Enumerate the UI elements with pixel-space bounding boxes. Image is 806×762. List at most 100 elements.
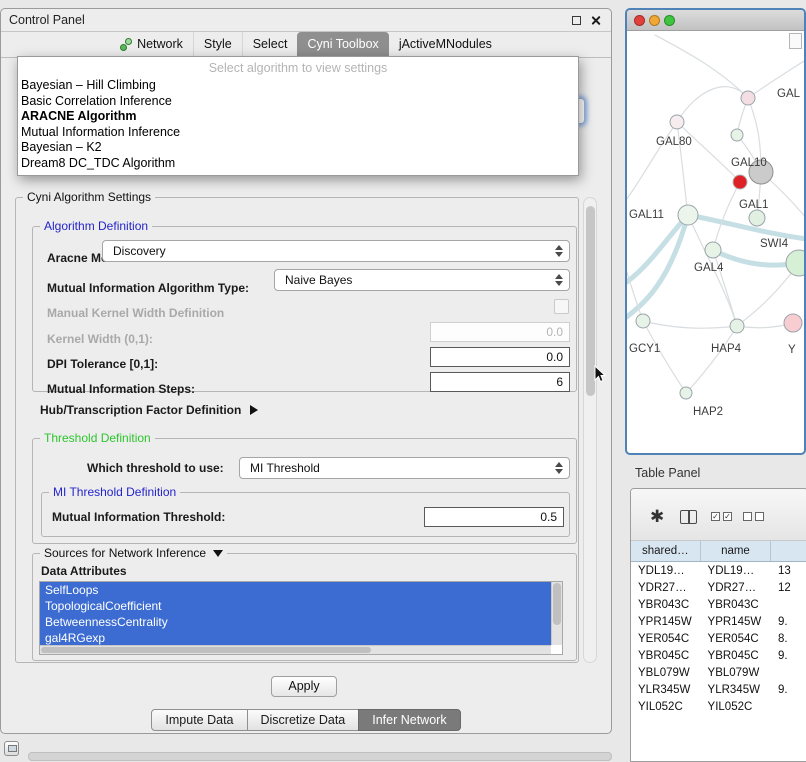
network-node-swi4[interactable] (786, 250, 804, 276)
algorithm-popup-placeholder: Select algorithm to view settings (18, 59, 578, 78)
bottom-tab-discretize-data[interactable]: Discretize Data (247, 709, 360, 731)
network-node-gcy1[interactable] (636, 314, 650, 328)
column-header-shared[interactable]: shared… (631, 541, 701, 561)
sources-group-title[interactable]: Sources for Network Inference (40, 546, 227, 561)
select-all-checks-icon[interactable]: ✓ ✓ (711, 512, 732, 521)
which-threshold-select[interactable]: MI Threshold (239, 457, 570, 479)
table-row[interactable]: YBL079WYBL079W (631, 664, 806, 681)
table-panel-title: Table Panel (635, 466, 700, 480)
algorithm-option-mutual-information-inference[interactable]: Mutual Information Inference (18, 125, 578, 141)
column-header-extra[interactable] (771, 541, 806, 561)
bottom-tab-impute-data[interactable]: Impute Data (151, 709, 247, 731)
kernel-width-input[interactable] (430, 322, 570, 342)
manual-kernel-width-checkbox[interactable] (554, 299, 569, 314)
tab-jactivemnodules[interactable]: jActiveMNodules (389, 32, 502, 57)
attributes-horizontal-scrollbar[interactable] (40, 645, 551, 654)
collapse-triangle-icon[interactable] (213, 550, 223, 557)
hub-definition-section[interactable]: Hub/Transcription Factor Definition (40, 403, 258, 417)
table-cell: 8. (771, 633, 806, 645)
network-node-red-node[interactable] (733, 175, 747, 189)
network-node-gal4[interactable] (705, 242, 721, 258)
columns-icon[interactable] (680, 510, 697, 524)
attributes-vertical-scrollbar[interactable] (551, 582, 562, 645)
table-row[interactable]: YDR27…YDR27…12 (631, 579, 806, 596)
network-node[interactable] (784, 314, 802, 332)
network-edge (677, 87, 748, 122)
table-cell: YBL079W (701, 667, 771, 679)
network-scrollbar-button[interactable] (789, 33, 802, 49)
bottom-tab-infer-network[interactable]: Infer Network (358, 709, 460, 731)
mi-threshold-input[interactable] (424, 507, 564, 527)
network-icon (120, 38, 132, 50)
minimize-traffic-light[interactable] (649, 15, 660, 26)
apply-button[interactable]: Apply (271, 676, 337, 697)
network-node-hap2[interactable] (680, 387, 692, 399)
table-row[interactable]: YBR043CYBR043C (631, 596, 806, 613)
float-window-icon[interactable] (572, 16, 581, 25)
aracne-mode-value: Discovery (113, 244, 166, 258)
clear-all-checks-icon[interactable] (743, 512, 764, 521)
control-panel-titlebar[interactable]: Control Panel (1, 9, 611, 32)
bottom-scrollbar[interactable] (28, 752, 612, 761)
mi-threshold-group: MI Threshold Definition Mutual Informati… (41, 492, 570, 537)
settings-scrollbar[interactable] (583, 197, 597, 663)
attribute-betweennesscentrality[interactable]: BetweennessCentrality (40, 614, 551, 630)
attribute-topologicalcoefficient[interactable]: TopologicalCoefficient (40, 598, 551, 614)
table-cell: YBR043C (701, 599, 771, 611)
network-edge (643, 321, 737, 328)
dpi-tolerance-input[interactable] (430, 347, 570, 367)
column-header-name[interactable]: name (701, 541, 772, 561)
algorithm-option-bayesian-k2[interactable]: Bayesian – K2 (18, 140, 578, 156)
close-traffic-light[interactable] (634, 15, 645, 26)
node-label-gal4: GAL4 (694, 262, 724, 274)
empty-box-icon (755, 512, 764, 521)
algorithm-option-bayesian-hill-climbing[interactable]: Bayesian – Hill Climbing (18, 78, 578, 94)
algorithm-option-aracne-algorithm[interactable]: ARACNE Algorithm (18, 109, 578, 125)
table-row[interactable]: YPR145WYPR145W9. (631, 613, 806, 630)
table-toolbar: ✱ ✓ ✓ (631, 489, 806, 541)
node-label-gal10: GAL10 (731, 157, 767, 169)
table-cell: YPR145W (631, 616, 701, 628)
mouse-cursor (594, 365, 606, 383)
table-row[interactable]: YLR345WYLR345W9. (631, 681, 806, 698)
network-node[interactable] (730, 319, 744, 333)
mi-algorithm-type-select[interactable]: Naive Bayes (274, 269, 570, 291)
network-node[interactable] (731, 129, 743, 141)
tab-label: Select (253, 37, 288, 51)
tab-network[interactable]: Network (110, 32, 193, 57)
network-node-gal80[interactable] (670, 115, 684, 129)
empty-box-icon (743, 512, 752, 521)
table-cell: YLR345W (701, 684, 771, 696)
table-cell: 9. (771, 684, 806, 696)
scrollbar-thumb[interactable] (553, 583, 561, 625)
network-edge (643, 321, 686, 393)
aracne-mode-select[interactable]: Discovery (102, 240, 570, 262)
network-window-titlebar[interactable] (627, 10, 804, 31)
table-row[interactable]: YBR045CYBR045C9. (631, 647, 806, 664)
algorithm-option-basic-correlation-inference[interactable]: Basic Correlation Inference (18, 94, 578, 110)
network-node-gal1[interactable] (749, 210, 765, 226)
tab-cyni-toolbox[interactable]: Cyni Toolbox (297, 32, 388, 57)
table-row[interactable]: YER054CYER054C8. (631, 630, 806, 647)
mi-steps-input[interactable] (430, 372, 570, 392)
table-row[interactable]: YDL19…YDL19…13 (631, 562, 806, 579)
attribute-selfloops[interactable]: SelfLoops (40, 582, 551, 598)
attribute-gal4rgexp[interactable]: gal4RGexp (40, 630, 551, 646)
network-node-gal[interactable] (741, 91, 755, 105)
minimized-panel-icon[interactable] (4, 741, 19, 756)
table-row[interactable]: YIL052CYIL052C (631, 698, 806, 715)
scrollbar-thumb[interactable] (41, 647, 371, 653)
expand-triangle-icon[interactable] (250, 405, 258, 415)
tab-select[interactable]: Select (242, 32, 298, 57)
network-node-gal11[interactable] (678, 205, 698, 225)
gear-icon[interactable]: ✱ (650, 507, 664, 527)
mi-threshold-group-title: MI Threshold Definition (49, 485, 180, 500)
tab-style[interactable]: Style (193, 32, 242, 57)
control-panel-title: Control Panel (9, 13, 85, 27)
close-window-icon[interactable] (590, 15, 601, 26)
network-canvas[interactable]: GALGAL80GAL10GAL1GAL11SWI4GAL4GCY1HAP4YH… (627, 31, 804, 453)
algorithm-option-dream8-dc-tdc-algorithm[interactable]: Dream8 DC_TDC Algorithm (18, 156, 578, 172)
tab-label: Network (137, 37, 183, 51)
zoom-traffic-light[interactable] (664, 15, 675, 26)
table-cell: YDL19… (701, 565, 771, 577)
